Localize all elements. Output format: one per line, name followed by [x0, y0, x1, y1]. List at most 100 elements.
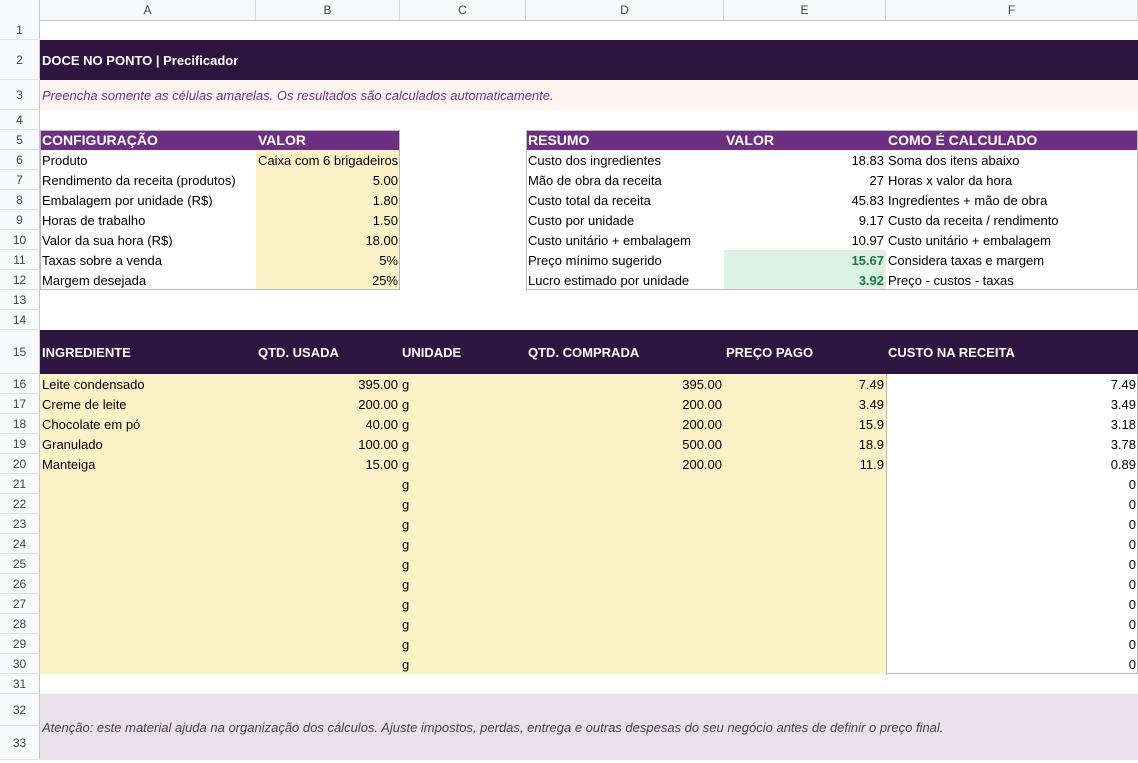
ingredient-price-input[interactable]	[724, 514, 886, 534]
ingredient-price-input[interactable]	[724, 574, 886, 594]
ingredient-name-input[interactable]	[40, 654, 256, 674]
ingredient-price-input[interactable]: 7.49	[724, 374, 886, 394]
ingredient-unit-input[interactable]: g	[400, 374, 526, 394]
ingredient-name-input[interactable]: Chocolate em pó	[40, 414, 256, 434]
row-header-22[interactable]: 22	[0, 494, 40, 514]
spreadsheet-grid[interactable]: A B C D E F 1 2 3 4 5 6 7 8 9 10 11 12 13 14 15 16 17 18 19 20 21 2…	[0, 0, 1138, 763]
row-header-14[interactable]: 14	[0, 310, 40, 330]
row-header-18[interactable]: 18	[0, 414, 40, 434]
config-input[interactable]: 5.00	[256, 170, 400, 190]
ingredient-bought-input[interactable]	[526, 614, 724, 634]
ingredient-price-input[interactable]: 11.9	[724, 454, 886, 474]
row-header-2[interactable]: 2	[0, 40, 40, 80]
row-header-4[interactable]: 4	[0, 110, 40, 130]
ingredient-price-input[interactable]	[724, 634, 886, 654]
ingredient-unit-input[interactable]: g	[400, 654, 526, 674]
ingredient-qty-input[interactable]: 100.00	[256, 434, 400, 454]
row-header-3[interactable]: 3	[0, 80, 40, 110]
ingredient-price-input[interactable]: 15.9	[724, 414, 886, 434]
row-header-6[interactable]: 6	[0, 150, 40, 170]
ingredient-unit-input[interactable]: g	[400, 414, 526, 434]
ingredient-bought-input[interactable]	[526, 474, 724, 494]
ingredient-price-input[interactable]: 3.49	[724, 394, 886, 414]
row-header-30[interactable]: 30	[0, 654, 40, 674]
row-header-5[interactable]: 5	[0, 130, 40, 150]
row-header-23[interactable]: 23	[0, 514, 40, 534]
ingredient-qty-input[interactable]	[256, 634, 400, 654]
ingredient-name-input[interactable]	[40, 554, 256, 574]
ingredient-bought-input[interactable]: 395.00	[526, 374, 724, 394]
ingredient-unit-input[interactable]: g	[400, 394, 526, 414]
column-header-f[interactable]: F	[886, 0, 1138, 20]
row-header-29[interactable]: 29	[0, 634, 40, 654]
row-header-28[interactable]: 28	[0, 614, 40, 634]
ingredient-bought-input[interactable]	[526, 554, 724, 574]
ingredient-bought-input[interactable]	[526, 534, 724, 554]
column-header-e[interactable]: E	[724, 0, 886, 20]
config-input[interactable]: 5%	[256, 250, 400, 270]
ingredient-name-input[interactable]: Manteiga	[40, 454, 256, 474]
column-header-d[interactable]: D	[526, 0, 724, 20]
column-header-a[interactable]: A	[40, 0, 256, 20]
row-header-15[interactable]: 15	[0, 330, 40, 374]
ingredient-bought-input[interactable]: 500.00	[526, 434, 724, 454]
row-header-32[interactable]: 32	[0, 694, 40, 726]
ingredient-name-input[interactable]	[40, 534, 256, 554]
ingredient-bought-input[interactable]: 200.00	[526, 394, 724, 414]
ingredient-bought-input[interactable]: 200.00	[526, 454, 724, 474]
row-header-10[interactable]: 10	[0, 230, 40, 250]
ingredient-qty-input[interactable]	[256, 594, 400, 614]
ingredient-qty-input[interactable]	[256, 574, 400, 594]
ingredient-unit-input[interactable]: g	[400, 534, 526, 554]
ingredient-price-input[interactable]	[724, 554, 886, 574]
row-header-33[interactable]: 33	[0, 726, 40, 760]
ingredient-unit-input[interactable]: g	[400, 454, 526, 474]
row-header-13[interactable]: 13	[0, 290, 40, 310]
ingredient-unit-input[interactable]: g	[400, 514, 526, 534]
ingredient-unit-input[interactable]: g	[400, 554, 526, 574]
config-input[interactable]: Caixa com 6 brigadeiros	[256, 150, 400, 170]
row-header-27[interactable]: 27	[0, 594, 40, 614]
ingredient-name-input[interactable]	[40, 474, 256, 494]
ingredient-name-input[interactable]	[40, 634, 256, 654]
ingredient-price-input[interactable]	[724, 654, 886, 674]
row-header-31[interactable]: 31	[0, 674, 40, 694]
ingredient-name-input[interactable]	[40, 574, 256, 594]
ingredient-qty-input[interactable]: 40.00	[256, 414, 400, 434]
ingredient-price-input[interactable]: 18.9	[724, 434, 886, 454]
ingredient-name-input[interactable]	[40, 494, 256, 514]
ingredient-bought-input[interactable]	[526, 514, 724, 534]
ingredient-price-input[interactable]	[724, 594, 886, 614]
row-header-20[interactable]: 20	[0, 454, 40, 474]
ingredient-name-input[interactable]	[40, 614, 256, 634]
ingredient-qty-input[interactable]	[256, 614, 400, 634]
row-header-26[interactable]: 26	[0, 574, 40, 594]
ingredient-name-input[interactable]	[40, 514, 256, 534]
ingredient-unit-input[interactable]: g	[400, 594, 526, 614]
row-header-11[interactable]: 11	[0, 250, 40, 270]
ingredient-qty-input[interactable]	[256, 494, 400, 514]
ingredient-qty-input[interactable]: 395.00	[256, 374, 400, 394]
row-header-1[interactable]: 1	[0, 20, 40, 40]
ingredient-unit-input[interactable]: g	[400, 434, 526, 454]
ingredient-unit-input[interactable]: g	[400, 494, 526, 514]
ingredient-price-input[interactable]	[724, 494, 886, 514]
ingredient-name-input[interactable]: Creme de leite	[40, 394, 256, 414]
config-input[interactable]: 18.00	[256, 230, 400, 250]
row-header-7[interactable]: 7	[0, 170, 40, 190]
ingredient-bought-input[interactable]: 200.00	[526, 414, 724, 434]
ingredient-unit-input[interactable]: g	[400, 474, 526, 494]
ingredient-name-input[interactable]	[40, 594, 256, 614]
row-header-12[interactable]: 12	[0, 270, 40, 290]
ingredient-qty-input[interactable]	[256, 654, 400, 674]
ingredient-qty-input[interactable]: 200.00	[256, 394, 400, 414]
row-header-8[interactable]: 8	[0, 190, 40, 210]
ingredient-qty-input[interactable]	[256, 514, 400, 534]
ingredient-bought-input[interactable]	[526, 634, 724, 654]
ingredient-qty-input[interactable]	[256, 534, 400, 554]
row-header-25[interactable]: 25	[0, 554, 40, 574]
select-all-corner[interactable]	[0, 0, 40, 20]
row-header-24[interactable]: 24	[0, 534, 40, 554]
ingredient-unit-input[interactable]: g	[400, 634, 526, 654]
row-header-16[interactable]: 16	[0, 374, 40, 394]
